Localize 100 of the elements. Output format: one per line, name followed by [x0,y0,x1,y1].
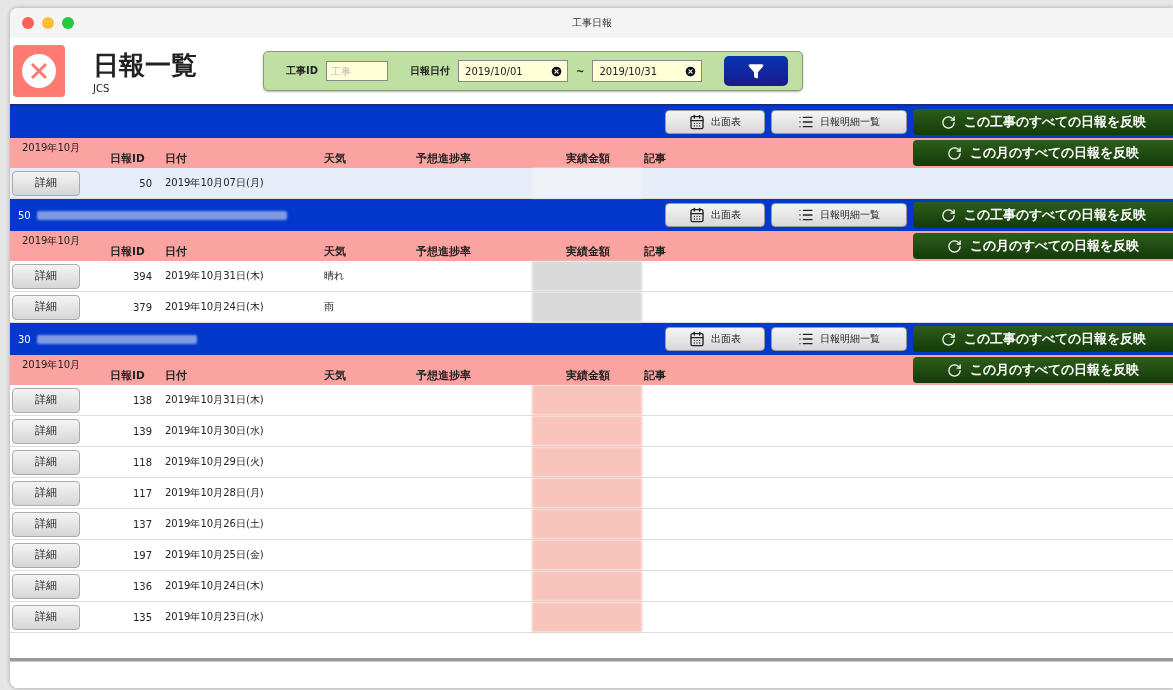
list-icon [798,114,814,130]
report-id: 197 [131,549,152,561]
column-header: 予想進捗率 [416,152,471,166]
report-row[interactable]: 詳細 197 2019年10月25日(金) [10,540,1173,571]
detail-button[interactable]: 詳細 [12,604,80,630]
page-subtitle: JCS [93,83,111,94]
detail-button[interactable]: 詳細 [12,263,80,289]
column-header: 天気 [324,152,346,166]
report-id: 118 [131,456,152,468]
apply-project-button[interactable]: この工事のすべての日報を反映 [913,202,1173,228]
refresh-icon [947,362,962,378]
report-row[interactable]: 詳細 394 2019年10月31日(木) 晴れ [10,261,1173,292]
report-id: 136 [131,580,152,592]
column-header: 日報ID [110,152,145,166]
report-id: 138 [131,394,152,406]
report-date: 2019年10月31日(木) [165,393,264,407]
refresh-icon [940,331,956,347]
apply-month-button[interactable]: この月のすべての日報を反映 [913,140,1173,166]
report-date: 2019年10月23日(水) [165,610,264,624]
month-label: 2019年10月 [22,141,81,155]
apply-project-button[interactable]: この工事のすべての日報を反映 [913,109,1173,135]
detail-button[interactable]: 詳細 [12,449,80,475]
column-header: 日付 [165,369,187,383]
refresh-icon [947,145,962,161]
project-id-label: 工事ID [286,64,319,78]
column-header: 記事 [644,245,666,259]
date-from-field[interactable]: 2019/10/01 [458,60,569,82]
attendance-button[interactable]: 出面表 [665,203,765,227]
project-title: 30 [18,333,31,345]
report-row[interactable]: 詳細 136 2019年10月24日(木) [10,571,1173,602]
range-separator: ~ [576,65,585,77]
report-row[interactable]: 詳細 138 2019年10月31日(木) [10,385,1173,416]
report-date: 2019年10月29日(火) [165,455,264,469]
project-title: 50 [18,209,31,221]
refresh-icon [940,207,956,223]
month-label: 2019年10月 [22,234,81,248]
column-header: 日付 [165,245,187,259]
detail-list-button[interactable]: 日報明細一覧 [771,203,907,227]
detail-button[interactable]: 詳細 [12,573,80,599]
report-id: 379 [131,301,152,313]
date-label: 日報日付 [410,64,451,78]
report-date: 2019年10月07日(月) [165,176,264,190]
detail-button[interactable]: 詳細 [12,294,80,320]
report-row[interactable]: 詳細 118 2019年10月29日(火) [10,447,1173,478]
detail-button[interactable]: 詳細 [12,418,80,444]
column-header: 予想進捗率 [416,369,471,383]
weather: 雨 [324,300,334,314]
list-icon [798,207,814,223]
refresh-icon [947,238,962,254]
column-header: 記事 [644,152,666,166]
filter-button[interactable] [724,56,789,86]
clear-icon[interactable] [684,64,698,78]
column-header: 実績金額 [566,245,610,259]
zoom-window-button[interactable] [62,17,74,29]
minimize-window-button[interactable] [42,17,54,29]
detail-button[interactable]: 詳細 [12,480,80,506]
close-window-button[interactable] [22,17,34,29]
report-id: 137 [131,518,152,530]
report-row[interactable]: 詳細 139 2019年10月30日(水) [10,416,1173,447]
report-id: 394 [131,270,152,282]
page-title: 日報一覧 [93,49,198,82]
report-row[interactable]: 詳細 50 2019年10月07日(月) [10,168,1173,199]
detail-button[interactable]: 詳細 [12,170,80,196]
report-id: 139 [131,425,152,437]
report-row[interactable]: 詳細 135 2019年10月23日(水) [10,602,1173,633]
filter-icon [748,63,765,79]
calendar-icon [689,114,705,130]
column-header: 日報ID [110,369,145,383]
column-header: 天気 [324,369,346,383]
detail-button[interactable]: 詳細 [12,387,80,413]
apply-month-button[interactable]: この月のすべての日報を反映 [913,233,1173,259]
column-header: 日報ID [110,245,145,259]
date-to-field[interactable]: 2019/10/31 [592,60,703,82]
report-date: 2019年10月24日(木) [165,579,264,593]
attendance-button[interactable]: 出面表 [665,110,765,134]
month-label: 2019年10月 [22,358,81,372]
apply-project-button[interactable]: この工事のすべての日報を反映 [913,326,1173,352]
report-date: 2019年10月28日(月) [165,486,264,500]
clear-icon[interactable] [550,64,564,78]
report-id: 135 [131,611,152,623]
report-row[interactable]: 詳細 137 2019年10月26日(土) [10,509,1173,540]
report-id: 50 [138,177,152,189]
list-icon [798,331,814,347]
detail-list-button[interactable]: 日報明細一覧 [771,327,907,351]
close-icon[interactable] [13,45,65,97]
column-header: 予想進捗率 [416,245,471,259]
detail-button[interactable]: 詳細 [12,511,80,537]
weather: 晴れ [324,269,344,283]
column-header: 日付 [165,152,187,166]
column-header: 実績金額 [566,369,610,383]
attendance-button[interactable]: 出面表 [665,327,765,351]
detail-button[interactable]: 詳細 [12,542,80,568]
project-id-field[interactable]: 工事 [326,61,389,81]
refresh-icon [940,114,956,130]
report-row[interactable]: 詳細 379 2019年10月24日(木) 雨 [10,292,1173,323]
apply-month-button[interactable]: この月のすべての日報を反映 [913,357,1173,383]
detail-list-button[interactable]: 日報明細一覧 [771,110,907,134]
report-row[interactable]: 詳細 117 2019年10月28日(月) [10,478,1173,509]
report-date: 2019年10月26日(土) [165,517,264,531]
report-date: 2019年10月25日(金) [165,548,264,562]
